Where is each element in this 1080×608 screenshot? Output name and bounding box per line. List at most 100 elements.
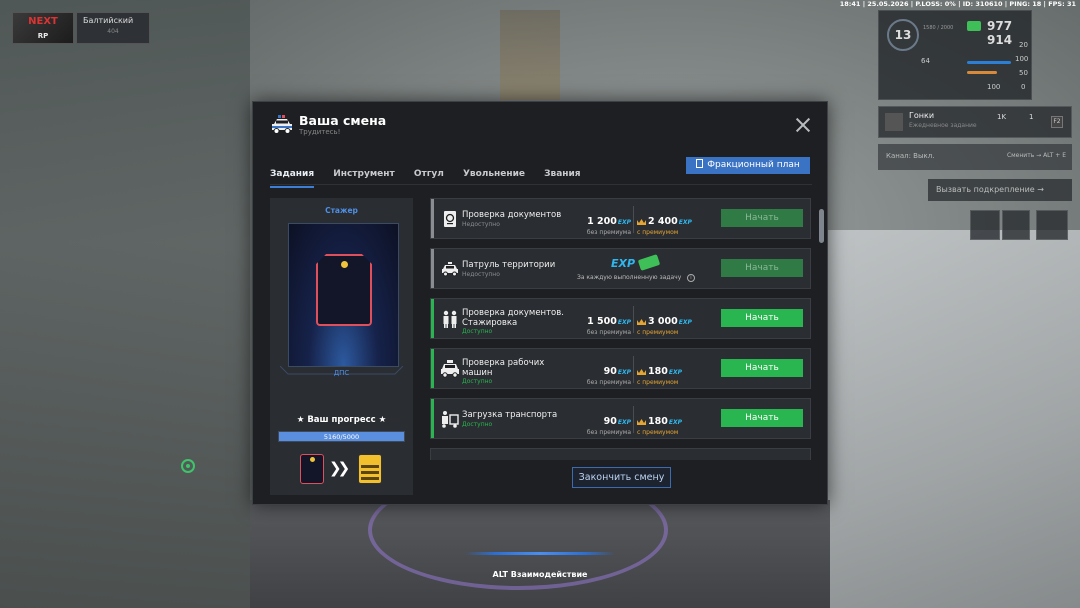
reward-premium: 2 400EXP с премиумом xyxy=(637,209,699,236)
modal-header: Ваша смена Трудитесь! xyxy=(253,102,827,150)
fuel-value: 100 xyxy=(987,83,1001,91)
task-row: Проверка рабочих машин Доступно 90EXP бе… xyxy=(430,348,811,389)
reward-premium-value: 2 400 xyxy=(648,216,678,227)
daily-race-task[interactable]: Гонки Ежедневное задание 1K 1 F2 xyxy=(878,106,1072,138)
reward-divider xyxy=(633,306,634,333)
exp-badge-icon: EXP xyxy=(611,257,636,270)
exp-label: EXP xyxy=(668,369,682,376)
current-rank-epaulet-icon xyxy=(300,454,324,484)
server-name: Балтийский xyxy=(83,16,134,25)
reward-normal-value: 1 500 xyxy=(587,316,617,327)
reward-normal: 90EXP без премиума xyxy=(579,409,631,436)
shift-modal: Ваша смена Трудитесь! Задания Инструмент… xyxy=(252,101,828,505)
reward-premium-value: 180 xyxy=(648,366,668,377)
info-icon[interactable]: i xyxy=(687,274,695,282)
loader-icon xyxy=(442,411,459,428)
reward-premium-caption: с премиумом xyxy=(637,229,679,236)
channel-hotkey-hint: Сменить → ALT + E xyxy=(1006,152,1066,159)
food-value: 100 xyxy=(1015,55,1029,63)
server-online: 404 xyxy=(107,28,119,35)
start-task-button[interactable]: Начать xyxy=(721,359,803,377)
reward-divider xyxy=(633,406,634,433)
crown-icon xyxy=(637,369,646,375)
task-name: Проверка документов xyxy=(462,210,562,220)
rank-progress-bar: 5160/5000 xyxy=(278,431,405,442)
faction-plan-button[interactable]: Фракционный план xyxy=(686,157,810,174)
call-backup-button[interactable]: Вызвать подкрепление → xyxy=(928,179,1072,201)
tab-divider xyxy=(270,184,812,185)
faction-plan-label: Фракционный план xyxy=(707,160,800,170)
start-task-button[interactable]: Начать xyxy=(721,209,803,227)
money-icon xyxy=(967,21,981,31)
task-status-accent xyxy=(431,199,434,238)
notification-bell-icon[interactable] xyxy=(1036,210,1068,240)
interact-hint: ALT Взаимодействие xyxy=(492,570,588,579)
server-info: Балтийский 404 xyxy=(76,12,150,44)
armor-value: 64 xyxy=(921,57,930,65)
interact-highlight-bar xyxy=(465,552,615,555)
start-task-button[interactable]: Начать xyxy=(721,409,803,427)
tab-tasks[interactable]: Задания xyxy=(270,169,315,188)
reward-premium-caption: с премиумом xyxy=(637,329,679,336)
task-status-accent xyxy=(431,399,434,438)
task-name: Патруль территории xyxy=(462,260,556,270)
exp-label: EXP xyxy=(668,419,682,426)
background-cabinets xyxy=(820,230,1080,608)
cash-icon xyxy=(637,254,661,271)
rank-card xyxy=(288,223,399,367)
reward-premium: 180EXP с премиумом xyxy=(637,409,699,436)
reward-divider xyxy=(633,356,634,383)
logo-text-bottom: RP xyxy=(37,32,49,40)
document-icon xyxy=(696,159,704,168)
task-name: Проверка документов. Стажировка xyxy=(462,308,564,328)
level-badge: 13 xyxy=(887,19,919,51)
ammo-value: 50 xyxy=(1019,69,1028,77)
reward-normal-value: 90 xyxy=(603,416,617,427)
phone-icon[interactable] xyxy=(1002,210,1030,240)
crown-icon xyxy=(637,419,646,425)
progress-label: ★ Ваш прогресс ★ xyxy=(296,415,387,425)
task-row-partial xyxy=(430,448,811,460)
player-stats-hud: 13 1580 / 2000 977 914 64 20 100 50 0 10… xyxy=(878,10,1032,100)
police-car-icon xyxy=(272,115,292,134)
task-row: Загрузка транспорта Доступно 90EXP без п… xyxy=(430,398,811,439)
reward-normal: 1 200EXP без премиума xyxy=(579,209,631,236)
exp-label: EXP xyxy=(617,369,631,376)
close-icon[interactable] xyxy=(795,117,811,133)
task-list-scrollbar[interactable] xyxy=(819,209,824,243)
reward-normal-caption: без премиума xyxy=(586,229,631,236)
hunger-bar xyxy=(967,71,997,74)
map-marker-icon xyxy=(181,459,195,473)
channel-status: Канал: Выкл. xyxy=(886,152,935,160)
race-reward-count: 1 xyxy=(1029,113,1034,121)
task-status-accent xyxy=(431,299,434,338)
reward-premium: 180EXP с премиумом xyxy=(637,359,699,386)
reward-premium-value: 3 000 xyxy=(648,316,678,327)
logo-text-top: NEXT xyxy=(28,16,58,27)
exp-label: EXP xyxy=(678,319,692,326)
stamina-bar xyxy=(967,61,1011,64)
reward-premium-caption: с премиумом xyxy=(637,429,679,436)
reward-normal-caption: без премиума xyxy=(586,329,631,336)
modal-subtitle: Трудитесь! xyxy=(299,128,341,136)
rank-progress-text: 5160/5000 xyxy=(323,433,360,441)
car-check-icon xyxy=(441,360,459,378)
reward-normal-caption: без премиума xyxy=(586,379,631,386)
crown-icon xyxy=(637,219,646,225)
background-door xyxy=(500,10,560,100)
race-subtitle: Ежедневное задание xyxy=(909,122,977,129)
end-shift-button[interactable]: Закончить смену xyxy=(572,467,671,488)
faction-icon[interactable] xyxy=(970,210,1000,240)
health-value: 20 xyxy=(1019,41,1028,49)
race-flag-icon xyxy=(885,113,903,131)
task-status: Доступно xyxy=(462,378,493,385)
level-progress: 1580 / 2000 xyxy=(923,25,954,31)
rank-title: Стажер xyxy=(325,206,358,215)
start-task-button[interactable]: Начать xyxy=(721,259,803,277)
passport-icon xyxy=(444,211,456,227)
tab-bar: Задания Инструмент Отгул Увольнение Зван… xyxy=(270,161,595,188)
start-task-button[interactable]: Начать xyxy=(721,309,803,327)
reward-premium: 3 000EXP с премиумом xyxy=(637,309,699,336)
race-reward-money: 1K xyxy=(997,113,1007,121)
exp-label: EXP xyxy=(617,319,631,326)
